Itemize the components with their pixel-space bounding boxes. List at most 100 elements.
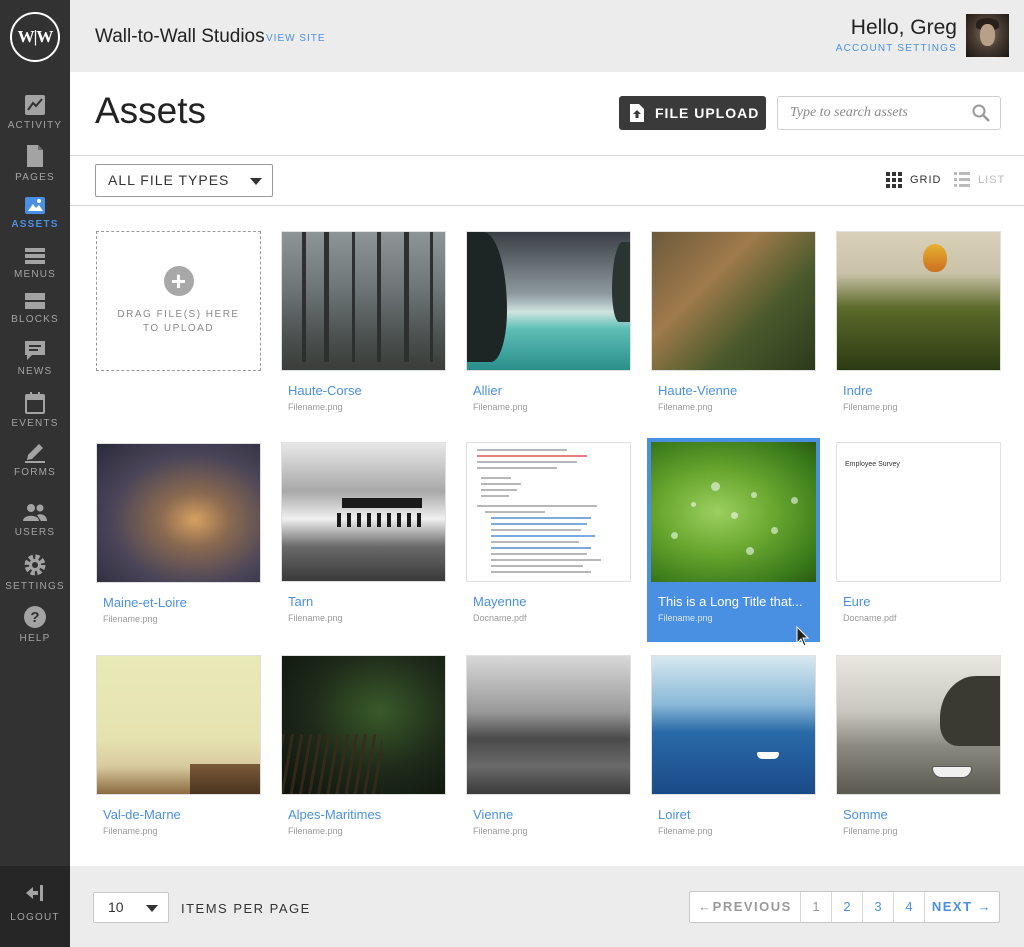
gear-icon — [24, 554, 46, 576]
file-type-value: ALL FILE TYPES — [108, 172, 230, 188]
chevron-down-icon — [146, 905, 158, 912]
asset-filename: Filename.png — [288, 613, 343, 623]
sidebar-item-blocks[interactable]: BLOCKS — [0, 292, 70, 325]
asset-tile-selected[interactable]: This is a Long Title that... Filename.pn… — [647, 438, 820, 642]
sidebar-item-settings[interactable]: SETTINGS — [0, 553, 70, 592]
page-button-4[interactable]: 4 — [894, 892, 925, 922]
asset-filename: Filename.png — [658, 826, 713, 836]
asset-title: Haute-Vienne — [658, 383, 738, 398]
sidebar-item-label: MENUS — [13, 269, 57, 280]
view-site-link[interactable]: VIEW SITE — [266, 33, 326, 44]
asset-thumbnail — [651, 442, 816, 582]
items-per-page-select[interactable]: 10 — [93, 892, 169, 923]
logout-button[interactable]: LOGOUT — [0, 884, 70, 923]
sidebar-item-users[interactable]: USERS — [0, 503, 70, 538]
logout-area: LOGOUT — [0, 866, 70, 947]
asset-tile[interactable]: Alpes-Maritimes Filename.png — [281, 655, 446, 851]
asset-filename: Filename.png — [288, 826, 343, 836]
asset-thumbnail — [466, 231, 631, 371]
page-button-3[interactable]: 3 — [863, 892, 894, 922]
sidebar-item-assets[interactable]: ASSETS — [0, 195, 70, 230]
asset-tile[interactable]: Maine-et-Loire Filename.png — [96, 443, 261, 639]
sidebar-item-news[interactable]: NEWS — [0, 340, 70, 377]
page-button-2[interactable]: 2 — [832, 892, 863, 922]
sidebar-item-help[interactable]: ? HELP — [0, 605, 70, 644]
greeting: Hello, Greg — [850, 16, 957, 39]
asset-filename: Filename.png — [288, 402, 343, 412]
mouse-cursor-icon — [796, 626, 810, 647]
asset-title: Loiret — [658, 807, 691, 822]
activity-chart-icon — [25, 95, 45, 115]
question-icon: ? — [24, 606, 46, 628]
asset-title: Allier — [473, 383, 502, 398]
asset-thumbnail — [466, 442, 631, 582]
asset-filename: Filename.png — [473, 402, 528, 412]
sidebar-item-label: HELP — [19, 633, 51, 644]
asset-tile[interactable]: Somme Filename.png — [836, 655, 1001, 851]
upload-drop-zone[interactable]: + DRAG FILE(S) HERE TO UPLOAD — [96, 231, 261, 371]
search-icon[interactable] — [972, 104, 990, 122]
asset-tile[interactable]: Vienne Filename.png — [466, 655, 631, 851]
asset-title: Vienne — [473, 807, 514, 822]
logo[interactable]: W|W — [10, 12, 60, 62]
asset-thumbnail — [836, 231, 1001, 371]
asset-filename: Docname.pdf — [843, 613, 897, 623]
sidebar-item-label: NEWS — [17, 366, 53, 377]
asset-filename: Filename.png — [473, 826, 528, 836]
asset-thumbnail — [281, 231, 446, 371]
asset-tile[interactable]: Mayenne Docname.pdf — [466, 442, 631, 638]
asset-title: Mayenne — [473, 594, 527, 609]
asset-title: Indre — [843, 383, 873, 398]
page-header: Assets FILE UPLOAD — [70, 72, 1024, 156]
users-icon — [23, 504, 47, 521]
sidebar-item-events[interactable]: EVENTS — [0, 392, 70, 429]
view-list-toggle[interactable]: LIST — [954, 172, 1005, 188]
sidebar-item-label: ASSETS — [11, 219, 59, 230]
page-button-1[interactable]: 1 — [801, 892, 832, 922]
sidebar-item-label: ACTIVITY — [7, 120, 63, 131]
chevron-down-icon — [250, 178, 262, 185]
search-input[interactable] — [778, 97, 966, 129]
speech-bubble-icon — [25, 341, 45, 360]
view-grid-toggle[interactable]: GRID — [886, 172, 942, 188]
blocks-icon — [25, 293, 45, 309]
file-upload-label: FILE UPLOAD — [655, 105, 760, 121]
asset-tile[interactable]: Allier Filename.png — [466, 231, 631, 427]
logout-label: LOGOUT — [10, 912, 60, 923]
asset-tile[interactable]: Employee Survey Eure Docname.pdf — [836, 442, 1001, 638]
asset-filename: Docname.pdf — [473, 613, 527, 623]
asset-tile[interactable]: Loiret Filename.png — [651, 655, 816, 851]
asset-tile[interactable]: Tarn Filename.png — [281, 442, 446, 638]
sidebar-item-menus[interactable]: MENUS — [0, 247, 70, 280]
file-type-select[interactable]: ALL FILE TYPES — [95, 164, 273, 197]
sidebar-item-forms[interactable]: FORMS — [0, 441, 70, 478]
view-grid-label: GRID — [910, 174, 942, 186]
asset-title: This is a Long Title that... — [658, 594, 803, 609]
sidebar-item-label: USERS — [14, 527, 56, 538]
sidebar-item-activity[interactable]: ACTIVITY — [0, 94, 70, 131]
asset-title: Val-de-Marne — [103, 807, 181, 822]
asset-thumbnail: Employee Survey — [836, 442, 1001, 582]
asset-tile[interactable]: Haute-Vienne Filename.png — [651, 231, 816, 427]
asset-thumbnail — [651, 655, 816, 795]
next-page-button[interactable]: NEXT → — [925, 892, 999, 922]
sidebar-item-pages[interactable]: PAGES — [0, 144, 70, 183]
asset-tile[interactable]: Val-de-Marne Filename.png — [96, 655, 261, 851]
asset-title: Somme — [843, 807, 888, 822]
sidebar-item-label: SETTINGS — [5, 581, 65, 592]
asset-grid: + DRAG FILE(S) HERE TO UPLOAD Haute-Cors… — [70, 206, 1024, 866]
previous-page-button[interactable]: ←PREVIOUS — [690, 892, 801, 922]
asset-tile[interactable]: Indre Filename.png — [836, 231, 1001, 427]
asset-thumbnail — [96, 443, 261, 583]
calendar-icon — [25, 392, 45, 414]
plus-circle-icon: + — [163, 266, 194, 296]
asset-filename: Filename.png — [658, 613, 713, 623]
file-upload-button[interactable]: FILE UPLOAD — [619, 96, 766, 130]
avatar[interactable] — [966, 14, 1009, 57]
items-per-page-label: ITEMS PER PAGE — [181, 901, 311, 916]
asset-tile[interactable]: Haute-Corse Filename.png — [281, 231, 446, 427]
asset-filename: Filename.png — [843, 826, 898, 836]
account-settings-link[interactable]: ACCOUNT SETTINGS — [836, 43, 957, 54]
pencil-icon — [25, 444, 45, 463]
items-per-page-value: 10 — [108, 899, 124, 915]
